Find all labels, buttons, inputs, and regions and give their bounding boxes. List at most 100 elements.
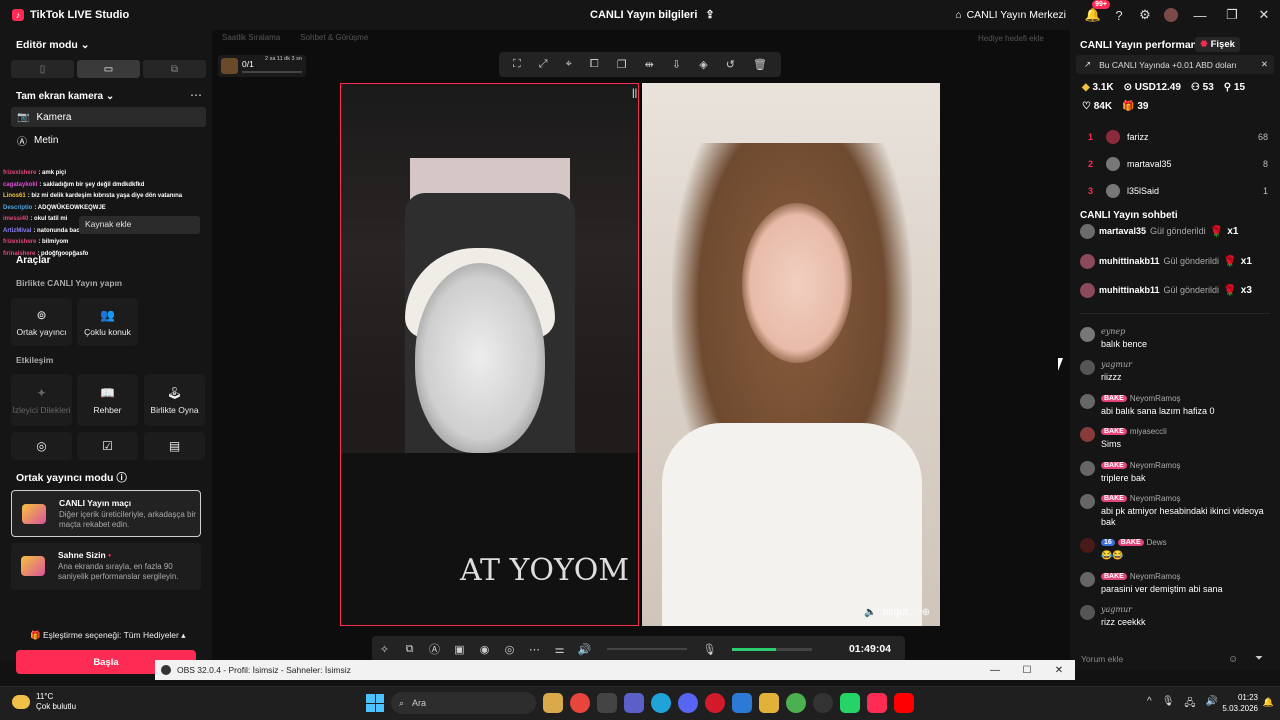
notification-button[interactable]: 🔔 99+ <box>1080 0 1110 28</box>
center-icon[interactable]: ⌖ <box>566 58 572 71</box>
chat-username[interactable]: NeyomRamoş <box>1130 394 1181 403</box>
flip-icon[interactable]: ⇹ <box>645 58 654 71</box>
firework-badge[interactable]: ✹ Fişek <box>1195 37 1240 52</box>
gift-user[interactable]: muhittinakb11 <box>1099 256 1160 266</box>
chat-username[interactable]: NeyomRamoş <box>1130 494 1181 503</box>
guest-label[interactable]: 🔈 birgul... ⊕ <box>864 607 930 618</box>
magic-icon[interactable]: ✧ <box>372 643 397 656</box>
play-together-tool-button[interactable]: 🕹 Birlikte Oyna <box>144 374 205 426</box>
editor-mode-dropdown[interactable]: Editör modu ⌄ <box>16 39 90 51</box>
info-icon[interactable]: ⓘ <box>116 472 127 484</box>
mic-icon[interactable]: 🎙 <box>1162 696 1175 713</box>
chrome-alt-icon[interactable] <box>786 693 806 713</box>
tool-button-4[interactable]: ◎ <box>11 432 72 460</box>
opera-icon[interactable] <box>705 693 725 713</box>
volume-slider[interactable] <box>607 648 687 650</box>
host-camera-feed[interactable]: AT YOYOM <box>340 83 639 626</box>
maximize-button[interactable]: ❐ <box>1216 0 1248 30</box>
layers-icon[interactable]: ◈ <box>699 58 707 71</box>
close-icon[interactable]: ✕ <box>1043 665 1075 676</box>
chevron-up-icon[interactable]: ^ <box>1147 696 1152 713</box>
rotate-icon[interactable]: ↺ <box>726 58 735 71</box>
notification-bell-icon[interactable]: 🔔 <box>1263 697 1274 708</box>
minimize-icon[interactable]: — <box>979 665 1011 676</box>
mail-icon[interactable] <box>732 693 752 713</box>
chat-username[interactable]: yagmur <box>1101 605 1132 614</box>
chat-username[interactable]: miyaseccli <box>1130 427 1167 436</box>
camera-settings-icon[interactable]: ◎ <box>497 643 522 656</box>
guide-tool-button[interactable]: 📖 Rehber <box>77 374 138 426</box>
goal-widget[interactable]: 0/1 2 sa 11 dk 3 sn <box>218 55 306 77</box>
chat-username[interactable]: eynep <box>1101 327 1125 336</box>
more-icon[interactable]: ⋯ <box>522 643 547 656</box>
viewer-wishes-tool-button[interactable]: ✦ İzleyici Dilekleri <box>11 374 72 426</box>
hourly-ranking-tab[interactable]: Saatlik Sıralama <box>222 33 280 42</box>
chat-username[interactable]: NeyomRamoş <box>1130 572 1181 581</box>
taskbar-search[interactable]: ⌕ Ara <box>391 692 536 714</box>
tab-portrait[interactable]: ▯ <box>11 60 74 78</box>
start-menu-icon[interactable] <box>366 694 384 712</box>
add-source-button[interactable]: Kaynak ekle <box>79 216 200 234</box>
weather-widget[interactable]: 11°C Çok bulutlu <box>12 692 76 712</box>
chat-call-tab[interactable]: Sohbet & Görüşme <box>300 33 368 42</box>
ranking-row[interactable]: 2 martaval35 8 <box>1088 154 1268 174</box>
guest-camera-feed[interactable]: 🔈 birgul... ⊕ <box>642 83 940 626</box>
ai-icon[interactable]: Ⓐ <box>422 641 447 657</box>
live-match-card[interactable]: CANLI Yayın maçı Diğer içerik üreticiler… <box>11 490 201 537</box>
teams-icon[interactable] <box>624 693 644 713</box>
filter-icon[interactable]: ⏷ <box>1255 653 1263 664</box>
scene-dropdown[interactable]: Tam ekran kamera ⌄ <box>16 91 114 102</box>
chrome-icon[interactable] <box>570 693 590 713</box>
youtube-icon[interactable] <box>894 693 914 713</box>
edge-icon[interactable] <box>651 693 671 713</box>
layer-down-icon[interactable]: ⇩ <box>672 58 681 71</box>
filter-icon[interactable]: ⧉ <box>397 643 422 656</box>
obs-taskbar-icon[interactable] <box>813 693 833 713</box>
gift-user[interactable]: martaval35 <box>1099 226 1146 236</box>
split-handle-icon[interactable]: ||| <box>632 88 640 99</box>
source-item-text[interactable]: Ⓐ Metin <box>11 130 206 150</box>
trash-icon[interactable]: 🗑 <box>753 58 767 71</box>
maximize-icon[interactable]: ☐ <box>1011 665 1043 676</box>
close-icon[interactable]: ✕ <box>1261 59 1268 70</box>
tool-button-6[interactable]: ▤ <box>144 432 205 460</box>
comment-input[interactable]: Yorum ekle <box>1076 650 1246 668</box>
pairing-dropdown[interactable]: 🎁 Eşleştirme seçeneği: Tüm Hediyeler ▴ <box>30 630 186 641</box>
discord-icon[interactable] <box>678 693 698 713</box>
multi-guest-tool-button[interactable]: 👥 Çoklu konuk <box>77 298 138 346</box>
folder-icon[interactable] <box>759 693 779 713</box>
expand-icon[interactable]: ⤢ <box>539 58 548 71</box>
chat-username[interactable]: Dews <box>1147 538 1167 547</box>
source-item-camera[interactable]: 📷 Kamera <box>11 107 206 127</box>
emoji-icon[interactable]: ☺ <box>1228 654 1238 665</box>
help-button[interactable]: ? <box>1106 2 1132 28</box>
settings-button[interactable]: ⚙ <box>1132 2 1158 28</box>
volume-icon[interactable]: 🔊 <box>1206 696 1218 713</box>
live-center-button[interactable]: ⌂ CANLI Yayın Merkezi <box>955 9 1066 21</box>
scene-more-button[interactable]: ⋯ <box>190 88 202 102</box>
tab-dual[interactable]: ⧉ <box>143 60 206 78</box>
network-icon[interactable]: 🖧 <box>1184 696 1195 713</box>
chat-username[interactable]: yagmur <box>1101 360 1132 369</box>
mic-icon[interactable]: 🎙 <box>697 643 722 656</box>
store-icon[interactable] <box>597 693 617 713</box>
stage-card[interactable]: Sahne Sizin • Ana ekranda sırayla, en fa… <box>11 543 201 590</box>
caption-icon[interactable]: ▣ <box>447 643 472 656</box>
live-info-button[interactable]: CANLI Yayın bilgileri ⇪ <box>590 8 715 22</box>
video-canvas[interactable]: AT YOYOM 🔈 birgul... ⊕ ||| <box>340 83 940 626</box>
clock[interactable]: 01:23 5.03.2026 <box>1222 692 1258 714</box>
sliders-icon[interactable]: ⚌ <box>547 643 572 656</box>
ranking-row[interactable]: 1 farizz 68 <box>1088 127 1268 147</box>
copy-icon[interactable]: ❐ <box>617 58 627 71</box>
cohost-tool-button[interactable]: ⊚ Ortak yayıncı <box>11 298 72 346</box>
minimize-button[interactable]: — <box>1184 0 1216 30</box>
profile-avatar[interactable] <box>1158 2 1184 28</box>
crop-icon[interactable]: ⧠ <box>590 58 599 71</box>
record-icon[interactable]: ◉ <box>472 643 497 656</box>
tool-button-5[interactable]: ☑ <box>77 432 138 460</box>
fit-icon[interactable]: ⛶ <box>513 58 521 71</box>
tiktok-icon[interactable] <box>867 693 887 713</box>
obs-window-titlebar[interactable]: OBS 32.0.4 - Profil: İsimsiz - Sahneler:… <box>155 660 1075 680</box>
widget-icon[interactable] <box>543 693 563 713</box>
close-button[interactable]: ✕ <box>1248 0 1280 30</box>
